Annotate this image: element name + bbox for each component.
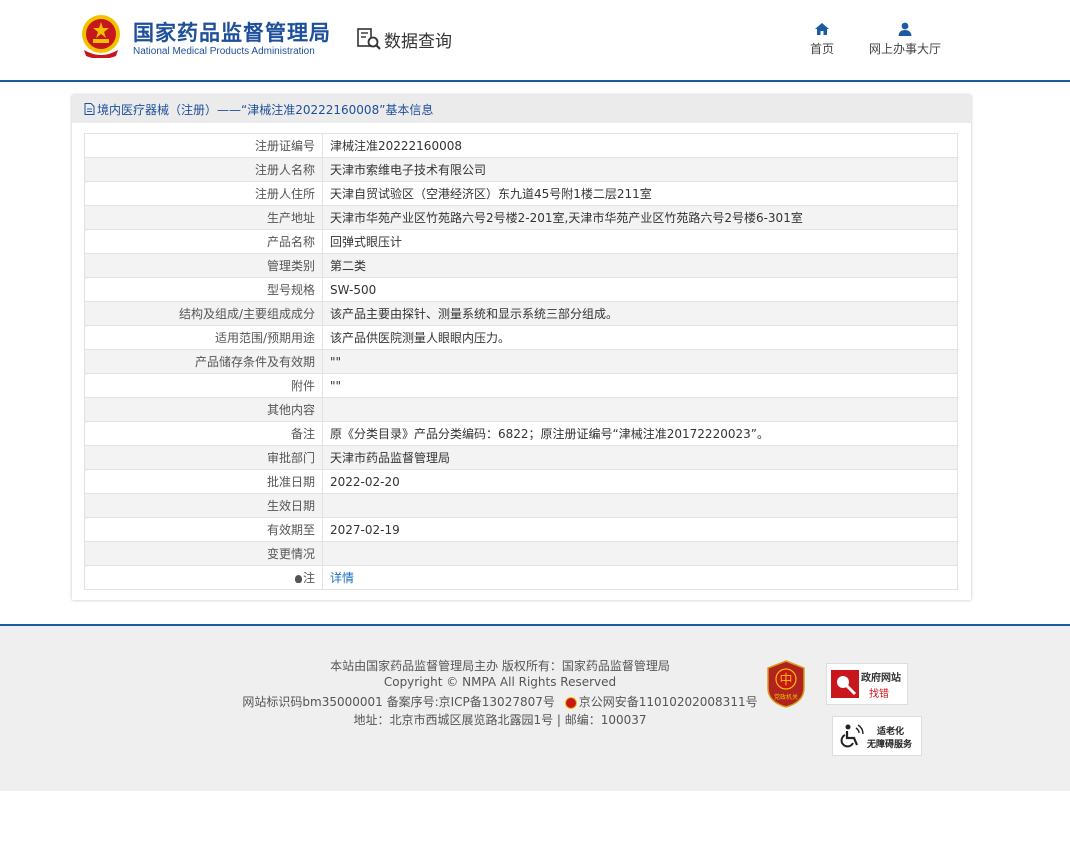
note-label: 注 (302, 571, 315, 585)
table-row: 适用范围/预期用途 该产品供医院测量人眼眼内压力。 (84, 325, 958, 350)
table-row: 型号规格 SW-500 (84, 277, 958, 302)
header-divider (0, 80, 1070, 82)
details-link[interactable]: 详情 (330, 571, 354, 585)
field-label: 变更情况 (84, 541, 323, 566)
table-row: 结构及组成/主要组成成分 该产品主要由探针、测量系统和显示系统三部分组成。 (84, 301, 958, 326)
accessibility-service[interactable]: 适老化 无障碍服务 (832, 716, 922, 756)
field-label: 产品储存条件及有效期 (84, 349, 323, 374)
data-query-title[interactable]: 数据查询 (356, 26, 452, 52)
field-label: 型号规格 (84, 277, 323, 302)
panel-title: 境内医疗器械（注册）——“津械注准20222160008”基本信息 (97, 102, 434, 117)
nav-home-label: 首页 (810, 42, 835, 56)
data-query-icon (357, 28, 381, 50)
table-row: 审批部门 天津市药品监督管理局 (84, 445, 958, 470)
field-label: 生产地址 (84, 205, 323, 230)
footer-icp[interactable]: 网站标识码bm35000001 备案序号:京ICP备13027807号 (242, 695, 554, 709)
footer-address: 地址：北京市西城区展览路北露园1号 | 邮编：100037 (353, 713, 647, 727)
svg-text:中: 中 (779, 673, 792, 688)
table-row: 管理类别 第二类 (84, 253, 958, 278)
table-row: 注册证编号 津械注准20222160008 (84, 133, 958, 158)
user-icon (898, 22, 912, 36)
nav-online-hall[interactable]: 网上办事大厅 (869, 22, 941, 57)
footer-public-security[interactable]: 京公网安备11010202008311号 (579, 695, 758, 709)
accessibility-title: 适老化 (877, 727, 905, 737)
table-row: 批准日期 2022-02-20 (84, 469, 958, 494)
field-label: 有效期至 (84, 517, 323, 542)
field-label: 审批部门 (84, 445, 323, 470)
table-row: 备注 原《分类目录》产品分类编码：6822；原注册证编号“津械注准20172220… (84, 421, 958, 446)
table-row: 有效期至 2027-02-19 (84, 517, 958, 542)
note-value-cell: 详情 (322, 565, 958, 590)
nav-online-hall-label: 网上办事大厅 (869, 42, 942, 56)
table-row: 产品名称 回弹式眼压计 (84, 229, 958, 254)
field-value (322, 397, 958, 422)
field-value: SW-500 (322, 277, 958, 302)
field-value: 该产品主要由探针、测量系统和显示系统三部分组成。 (322, 301, 958, 326)
table-row-note: 注 详情 (84, 565, 958, 590)
field-value: 天津市药品监督管理局 (322, 445, 958, 470)
field-label: 附件 (84, 373, 323, 398)
footer-registration: 网站标识码bm35000001 备案序号:京ICP备13027807号 京公网安… (240, 693, 760, 710)
table-row: 生效日期 (84, 493, 958, 518)
field-label: 结构及组成/主要组成成分 (84, 301, 323, 326)
national-emblem-icon (82, 15, 120, 58)
police-badge-icon (564, 696, 577, 709)
field-value: 2027-02-19 (322, 517, 958, 542)
wheelchair-icon (840, 724, 864, 748)
field-label: 备注 (84, 421, 323, 446)
table-row: 产品储存条件及有效期 "" (84, 349, 958, 374)
magnifier-icon (831, 670, 859, 698)
data-query-label: 数据查询 (384, 31, 452, 52)
org-name-en: National Medical Products Administration (133, 46, 315, 57)
badge-red-text: 党政机关 (774, 693, 798, 701)
gov-badge-title: 政府网站 (861, 673, 901, 684)
field-label: 管理类别 (84, 253, 323, 278)
field-label: 产品名称 (84, 229, 323, 254)
party-government-badge-icon[interactable]: 中 党政机关 (766, 660, 806, 708)
field-value: 天津市华苑产业区竹苑路六号2号楼2-201室,天津市华苑产业区竹苑路六号2号楼6… (322, 205, 958, 230)
accessibility-subtitle: 无障碍服务 (867, 740, 913, 750)
field-label: 批准日期 (84, 469, 323, 494)
table-row: 其他内容 (84, 397, 958, 422)
field-label: 注册人住所 (84, 181, 323, 206)
device-info-panel: 境内医疗器械（注册）——“津械注准20222160008”基本信息 注册证编号津… (72, 95, 971, 600)
field-label: 注册证编号 (84, 133, 323, 158)
field-label: 生效日期 (84, 493, 323, 518)
field-value: "" (322, 349, 958, 374)
field-value: 津械注准20222160008 (322, 133, 958, 158)
nav-home[interactable]: 首页 (810, 22, 834, 57)
table-row: 注册人住所 天津自贸试验区（空港经济区）东九道45号附1楼二层211室 (84, 181, 958, 206)
footer-copyright: Copyright © NMPA All Rights Reserved (383, 675, 617, 689)
note-label-cell: 注 (84, 565, 323, 590)
document-icon (84, 103, 95, 115)
field-label: 适用范围/预期用途 (84, 325, 323, 350)
field-label: 注册人名称 (84, 157, 323, 182)
field-value: 该产品供医院测量人眼眼内压力。 (322, 325, 958, 350)
table-row: 变更情况 (84, 541, 958, 566)
org-name-cn: 国家药品监督管理局 (133, 21, 331, 45)
table-row: 注册人名称 天津市索维电子技术有限公司 (84, 157, 958, 182)
field-value: 回弹式眼压计 (322, 229, 958, 254)
field-value (322, 493, 958, 518)
field-value: 第二类 (322, 253, 958, 278)
site-header: 国家药品监督管理局 National Medical Products Admi… (0, 0, 1070, 80)
gov-badge-subtitle: 找错 (869, 689, 889, 700)
field-value: 天津市索维电子技术有限公司 (322, 157, 958, 182)
footer-sponsor: 本站由国家药品监督管理局主办 版权所有：国家药品监督管理局 (330, 659, 670, 673)
field-value: 原《分类目录》产品分类编码：6822；原注册证编号“津械注准2017222002… (322, 421, 958, 446)
home-icon (815, 23, 829, 35)
field-value: "" (322, 373, 958, 398)
field-value: 天津自贸试验区（空港经济区）东九道45号附1楼二层211室 (322, 181, 958, 206)
table-row: 生产地址 天津市华苑产业区竹苑路六号2号楼2-201室,天津市华苑产业区竹苑路六号… (84, 205, 958, 230)
panel-header: 境内医疗器械（注册）——“津械注准20222160008”基本信息 (72, 95, 971, 123)
field-label: 其他内容 (84, 397, 323, 422)
info-bulb-icon (294, 574, 302, 583)
field-value (322, 541, 958, 566)
field-value: 2022-02-20 (322, 469, 958, 494)
info-table: 注册证编号 津械注准20222160008 注册人名称 天津市索维电子技术有限公司 … (84, 133, 958, 590)
table-row: 附件 "" (84, 373, 958, 398)
gov-site-error-report[interactable]: 政府网站 找错 (826, 663, 908, 705)
